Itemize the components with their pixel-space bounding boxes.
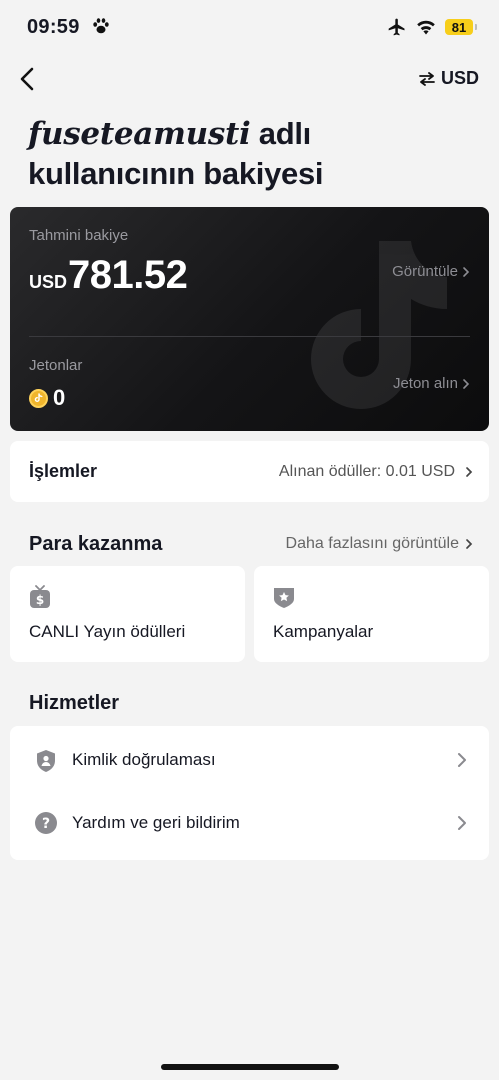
view-balance-label: Görüntüle	[392, 263, 458, 280]
balance-currency: USD	[29, 272, 68, 292]
svg-text:?: ?	[42, 816, 50, 832]
coins-value: 0	[53, 385, 66, 410]
chevron-left-icon[interactable]	[16, 66, 40, 92]
badge-star-icon	[274, 588, 294, 608]
chevron-right-icon	[458, 753, 466, 767]
balance-amount: USD 781.52	[29, 253, 188, 298]
chevron-right-icon	[463, 378, 470, 389]
get-coins-label: Jeton alın	[392, 375, 458, 392]
chevron-right-icon	[458, 816, 466, 830]
username: fuseteamusti	[28, 116, 251, 152]
view-balance-link[interactable]: Görüntüle	[392, 263, 470, 280]
svg-text:$: $	[36, 593, 44, 607]
shield-user-icon	[37, 750, 55, 772]
get-coins-link[interactable]: Jeton alın	[393, 375, 470, 392]
coin-icon	[29, 388, 48, 408]
view-more-link[interactable]: Daha fazlasını görüntüle	[286, 535, 473, 553]
currency-switch-button[interactable]: USD	[419, 68, 479, 89]
tiktok-logo-icon	[311, 241, 447, 409]
view-more-label: Daha fazlasını görüntüle	[285, 535, 459, 552]
help-circle-icon: ?	[35, 812, 57, 834]
battery-icon: 81	[445, 19, 477, 35]
coins-label: Jetonlar	[29, 357, 83, 374]
transactions-title: İşlemler	[29, 461, 98, 481]
earn-section-title: Para kazanma	[29, 533, 163, 555]
paw-icon	[93, 18, 109, 34]
status-time: 09:59	[27, 16, 80, 38]
card-divider	[29, 336, 470, 337]
balance-card: Tahmini bakiye USD 781.52 Görüntüle Jeto…	[10, 207, 489, 431]
currency-label: USD	[440, 68, 479, 88]
home-indicator[interactable]	[161, 1064, 339, 1070]
status-icons: 81	[387, 17, 477, 37]
chevron-right-icon	[466, 467, 473, 477]
chevron-right-icon	[463, 266, 470, 277]
identity-verification-label: Kimlik doğrulaması	[72, 750, 216, 769]
live-rewards-tile[interactable]: $ CANLI Yayın ödülleri	[10, 566, 245, 662]
coins-balance: 0	[29, 385, 65, 411]
live-rewards-label: CANLI Yayın ödülleri	[29, 622, 186, 641]
transactions-summary: Alınan ödüller: 0.01 USD	[279, 463, 473, 481]
transactions-row[interactable]: İşlemler Alınan ödüller: 0.01 USD	[10, 441, 489, 502]
campaigns-label: Kampanyalar	[273, 622, 374, 641]
rewards-received: Alınan ödüller: 0.01 USD	[278, 463, 455, 480]
battery-level: 81	[451, 19, 467, 35]
airplane-icon	[388, 18, 405, 36]
balance-value: 781.52	[68, 253, 188, 297]
services-card: Kimlik doğrulaması ? Yardım ve geri bild…	[10, 726, 489, 860]
services-section-title: Hizmetler	[29, 692, 120, 714]
page-title: fuseteamusti adlı kullanıcının bakiyesi	[28, 114, 478, 194]
help-feedback-row[interactable]: ? Yardım ve geri bildirim	[10, 799, 489, 849]
campaigns-tile[interactable]: Kampanyalar	[254, 566, 489, 662]
swap-arrows-icon	[419, 71, 435, 86]
estimated-balance-label: Tahmini bakiye	[29, 227, 129, 244]
identity-verification-row[interactable]: Kimlik doğrulaması	[10, 736, 489, 786]
wifi-icon	[417, 20, 435, 35]
tv-dollar-icon: $	[30, 585, 50, 608]
chevron-right-icon	[466, 539, 473, 549]
status-bar: 09:59 81	[0, 0, 499, 54]
help-feedback-label: Yardım ve geri bildirim	[72, 813, 240, 832]
